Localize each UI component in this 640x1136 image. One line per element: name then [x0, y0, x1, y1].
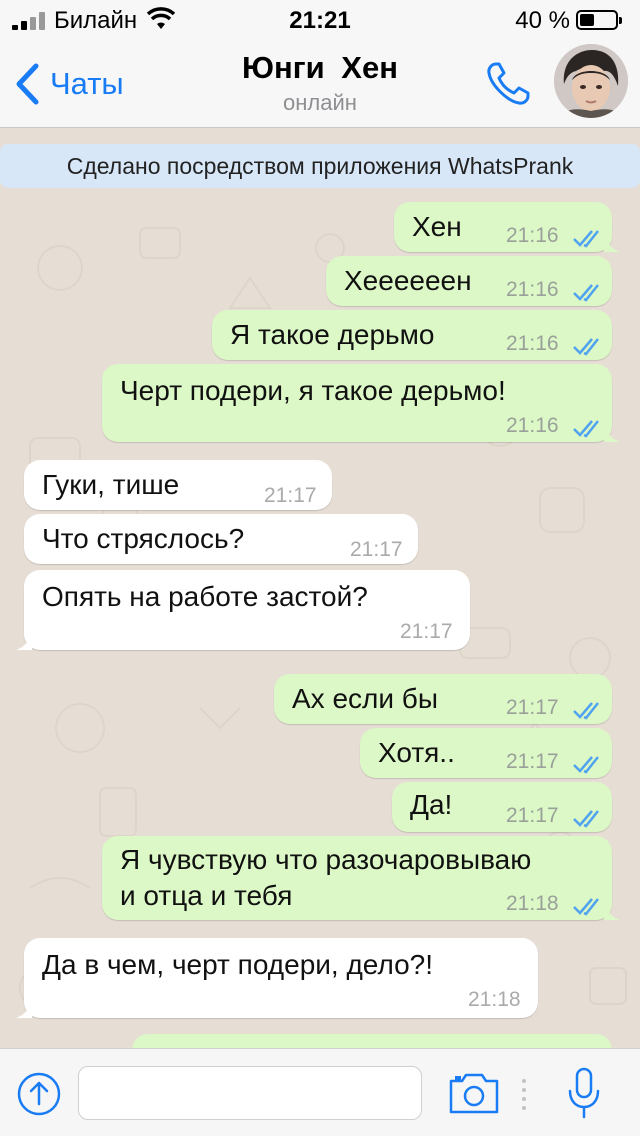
bubble-tail [604, 902, 620, 920]
message-text: Я такое дерьмо [230, 319, 435, 350]
message-input[interactable] [78, 1066, 422, 1120]
message-bubble-outgoing[interactable]: Хеееееен 21:16 [326, 256, 612, 306]
status-bar: Билайн 21:21 40 % [0, 0, 640, 40]
bubble-tail [604, 234, 620, 252]
camera-icon[interactable] [448, 1071, 500, 1115]
message-text-line-2: и отца и тебя [120, 880, 293, 911]
message-time: 21:17 [506, 750, 559, 773]
message-text: Хеееееен [344, 265, 472, 296]
composer-bar [0, 1048, 640, 1136]
message-text: Хотя.. [378, 737, 455, 768]
read-ticks-icon [573, 284, 599, 302]
message-time: 21:17 [264, 484, 317, 507]
message-bubble-outgoing[interactable]: Я такое дерьмо 21:16 [212, 310, 612, 360]
bubble-tail [16, 1000, 32, 1018]
prank-app-banner: Сделано посредством приложения WhatsPran… [0, 144, 640, 188]
whatsapp-chat-screen: Билайн 21:21 40 % Чаты Юнги Хен онлайн С… [0, 0, 640, 1136]
message-bubble-outgoing[interactable]: Хотя.. 21:17 [360, 728, 612, 778]
message-time: 21:18 [506, 892, 559, 915]
message-list[interactable]: Хен 21:16 Хеееееен 21:16 Я такое дерьмо … [0, 188, 640, 1074]
message-bubble-outgoing[interactable]: Да! 21:17 [392, 782, 612, 832]
message-time: 21:16 [506, 414, 559, 437]
read-ticks-icon [573, 702, 599, 720]
message-bubble-incoming[interactable]: Да в чем, черт подери, дело?! 21:18 [16, 938, 538, 1018]
avatar-photo [554, 44, 628, 118]
avatar[interactable] [554, 44, 628, 118]
contact-name[interactable]: Юнги Хен [0, 50, 640, 86]
chat-header: Чаты Юнги Хен онлайн [0, 40, 640, 128]
message-text: Гуки, тише [42, 469, 180, 500]
read-ticks-icon [573, 810, 599, 828]
bubble-tail [604, 424, 620, 442]
message-time: 21:16 [506, 278, 559, 301]
message-bubble-outgoing[interactable]: Черт подери, я такое дерьмо! 21:16 [102, 364, 620, 442]
message-bubble-outgoing[interactable]: Ах если бы 21:17 [274, 674, 612, 724]
message-time: 21:17 [350, 538, 403, 561]
message-bubble-incoming[interactable]: Что стряслось? 21:17 [24, 514, 418, 564]
message-time: 21:17 [506, 696, 559, 719]
message-time: 21:16 [506, 332, 559, 355]
message-text: Ах если бы [292, 683, 438, 714]
phone-icon[interactable] [484, 60, 532, 108]
message-text: Да в чем, черт подери, дело?! [42, 949, 434, 980]
message-time: 21:16 [506, 224, 559, 247]
message-text: Черт подери, я такое дерьмо! [120, 375, 506, 406]
message-text: Опять на работе застой? [42, 581, 368, 612]
message-bubble-outgoing[interactable]: Хен 21:16 [394, 202, 620, 252]
message-time: 21:17 [400, 620, 453, 643]
plus-icon[interactable] [16, 1071, 62, 1117]
battery-icon [576, 10, 622, 30]
message-text: Что стряслось? [42, 523, 245, 554]
mic-icon[interactable] [566, 1067, 602, 1119]
message-bubble-incoming[interactable]: Опять на работе застой? 21:17 [16, 570, 470, 650]
read-ticks-icon [573, 230, 599, 248]
message-text-line-1: Я чувствую что разочаровываю [120, 844, 532, 875]
message-time: 21:18 [468, 988, 521, 1011]
read-ticks-icon [573, 756, 599, 774]
bubble-tail [16, 632, 32, 650]
battery-percent: 40 % [515, 7, 570, 34]
dots-divider [522, 1079, 526, 1110]
message-bubble-outgoing[interactable]: Я чувствую что разочаровываю и отца и те… [102, 836, 620, 920]
contact-status: онлайн [283, 90, 357, 115]
battery-fill [580, 14, 594, 26]
read-ticks-icon [573, 420, 599, 438]
message-bubble-incoming[interactable]: Гуки, тише 21:17 [24, 460, 332, 510]
message-text: Да! [410, 789, 453, 820]
message-time: 21:17 [506, 804, 559, 827]
read-ticks-icon [573, 338, 599, 356]
read-ticks-icon [573, 898, 599, 916]
message-text: Хен [412, 211, 462, 242]
